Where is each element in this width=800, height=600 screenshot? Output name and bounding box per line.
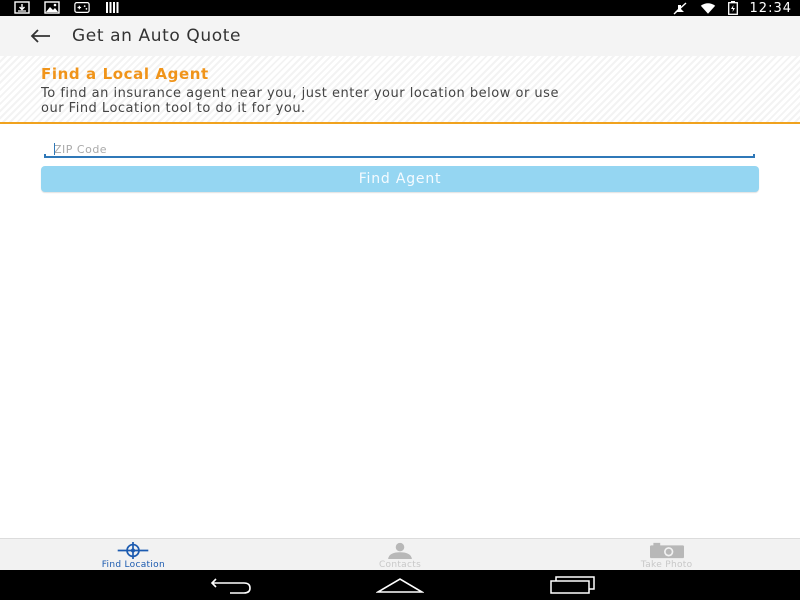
tab-find-location[interactable]: Find Location [0, 539, 267, 570]
banner-text-line-2: our Find Location tool to do it for you. [41, 101, 306, 116]
bottom-tab-bar: Find Location Contacts Take Photo [0, 538, 800, 570]
home-nav-icon [376, 578, 424, 593]
image-icon [44, 1, 60, 14]
crosshair-icon [118, 542, 149, 559]
signal-bars-icon [106, 2, 119, 13]
tab-contacts[interactable]: Contacts [267, 539, 534, 570]
recents-nav-icon [550, 576, 595, 594]
notification-icons [14, 1, 120, 14]
tab-label-contacts: Contacts [378, 560, 422, 570]
banner-text-line-1: To find an insurance agent near you, jus… [41, 86, 559, 101]
system-navigation-bar [0, 570, 800, 600]
gamepad-icon [74, 1, 90, 14]
tab-label-take-photo: Take Photo [640, 560, 693, 570]
arrow-left-icon [30, 29, 50, 43]
back-button[interactable] [20, 16, 60, 56]
mute-icon [673, 1, 687, 15]
nav-recents-button[interactable] [550, 576, 596, 594]
page-title: Get an Auto Quote [72, 26, 242, 46]
banner-title: Find a Local Agent [41, 65, 209, 83]
download-icon [14, 1, 30, 14]
status-bar: 12:34 [0, 0, 800, 16]
nav-back-button[interactable] [206, 576, 252, 594]
nav-home-button[interactable] [376, 576, 424, 594]
back-nav-icon [210, 578, 251, 594]
person-icon [388, 542, 412, 559]
status-time: 12:34 [749, 0, 792, 16]
battery-icon [727, 1, 738, 15]
text-cursor [54, 143, 55, 155]
camera-icon [649, 542, 684, 559]
system-icons: 12:34 [672, 0, 792, 16]
banner-description: To find an insurance agent near you, jus… [41, 86, 759, 116]
tab-label-find-location: Find Location [101, 560, 165, 570]
wifi-icon [700, 2, 715, 14]
app-bar: Get an Auto Quote [0, 16, 800, 56]
find-agent-button[interactable]: Find Agent [41, 166, 759, 192]
zip-code-underline [44, 154, 755, 158]
info-banner: Find a Local Agent To find an insurance … [0, 56, 800, 124]
tab-take-photo[interactable]: Take Photo [533, 539, 800, 570]
